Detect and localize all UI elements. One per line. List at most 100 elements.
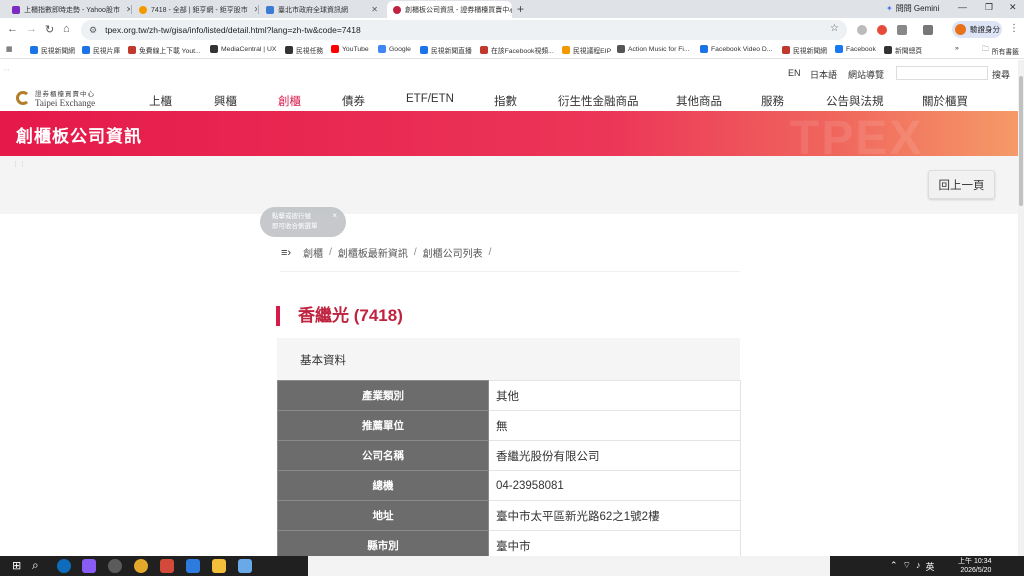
volume-icon[interactable]: ♪ (916, 560, 921, 573)
sidebar-tooltip: 點擊或按行號 即可收合側選單 × (260, 207, 346, 237)
close-tab-icon[interactable]: ✕ (120, 5, 130, 14)
side-panel-icon[interactable] (923, 25, 933, 35)
bookmark-item[interactable]: 民視任務 (285, 45, 323, 55)
back-arrow-icon[interactable]: ← (7, 23, 18, 35)
bookmark-favicon-icon (82, 46, 90, 54)
bookmark-item[interactable]: Action Music for Fi... (617, 45, 690, 53)
all-bookmarks-folder[interactable]: 🗀 所有書籤 (982, 45, 1019, 56)
tooltip-line: 即可收合側選單 (272, 223, 318, 230)
bookmark-favicon-icon (378, 45, 386, 53)
reload-icon[interactable]: ↻ (45, 23, 54, 36)
nav-about[interactable]: 關於櫃買 (922, 93, 968, 109)
banner-watermark: TPEX (790, 112, 924, 156)
bookmark-item[interactable]: Google (378, 45, 411, 53)
breadcrumb-item[interactable]: 創櫃板最新資訊 (338, 245, 408, 260)
extension-record-icon[interactable] (877, 25, 887, 35)
restore-icon[interactable]: ❐ (985, 2, 993, 13)
nav-other-products[interactable]: 其他商品 (676, 93, 722, 109)
app-icon[interactable] (108, 559, 122, 573)
breadcrumb-item[interactable]: 創櫃 (303, 245, 323, 260)
chevron-up-icon[interactable]: ⌃ (890, 560, 898, 573)
bookmarks-more-button[interactable]: » (955, 45, 959, 52)
section-title: 基本資料 (300, 355, 346, 367)
notepad-icon[interactable] (238, 559, 252, 573)
bookmark-item[interactable]: 免費線上下載 Yout... (128, 45, 201, 55)
extensions-puzzle-icon[interactable] (897, 25, 907, 35)
minimize-icon[interactable]: — (958, 2, 967, 12)
bookmark-item[interactable]: 新聞總頁 (884, 45, 922, 55)
menu-toggle-icon[interactable]: ≡› (281, 247, 291, 259)
bookmark-favicon-icon (30, 46, 38, 54)
nav-derivatives[interactable]: 衍生性金融商品 (558, 93, 639, 109)
bookmark-item[interactable]: 民視新聞網 (782, 45, 827, 55)
nav-etf-etn[interactable]: ETF/ETN (406, 93, 454, 105)
sidebar-handle-icon[interactable]: ⋮⋮ (12, 160, 26, 168)
nav-emerging[interactable]: 興櫃 (214, 93, 237, 109)
close-tab-icon[interactable]: ✕ (248, 5, 257, 14)
file-explorer-icon[interactable] (212, 559, 226, 573)
taskbar-clock[interactable]: 上午 10:34 2026/5/20 (958, 557, 991, 575)
home-icon[interactable]: ⌂ (63, 23, 70, 35)
profile-button[interactable]: 驗證身分 (952, 21, 1002, 38)
table-row: 推薦單位 無 (277, 410, 741, 441)
row-label: 地址 (277, 500, 489, 531)
bookmark-item[interactable]: Facebook (835, 45, 876, 53)
lang-jp-link[interactable]: 日本語 (810, 68, 837, 81)
site-search-input[interactable] (896, 66, 988, 80)
tooltip-close-icon[interactable]: × (332, 211, 337, 221)
nav-announcements[interactable]: 公告與法規 (826, 93, 884, 109)
start-windows-icon[interactable]: ⊞ (12, 559, 21, 572)
tab-taipei-gov[interactable]: 臺北市政府全球資訊網 ✕ (260, 1, 384, 18)
edge-icon[interactable] (57, 559, 71, 573)
media-app-icon[interactable] (160, 559, 174, 573)
network-icon[interactable]: ⌔ (903, 560, 911, 573)
bookmark-item[interactable]: YouTube (331, 45, 369, 53)
new-tab-button[interactable]: + (517, 2, 524, 16)
lang-en-link[interactable]: EN (788, 68, 801, 78)
nav-services[interactable]: 服務 (761, 93, 784, 109)
sitemap-link[interactable]: 網站導覽 (848, 68, 884, 81)
close-tab-icon[interactable]: ✕ (365, 5, 378, 14)
copilot-icon[interactable] (82, 559, 96, 573)
tpex-favicon-icon (393, 5, 401, 14)
bookmark-item[interactable]: Facebook Video D... (700, 45, 772, 53)
tab-tpex-active[interactable]: 創櫃板公司資訊 - 證券櫃檯買賣中心 ✕ (387, 1, 512, 18)
forward-arrow-icon[interactable]: → (26, 23, 37, 35)
extension-icon[interactable] (857, 25, 867, 35)
menu-kebab-icon[interactable]: ⋮ (1009, 23, 1019, 34)
bookmark-item[interactable]: 在該Facebook視頻... (480, 45, 554, 55)
bookmark-item[interactable]: 民視新聞直播 (420, 45, 472, 55)
site-info-icon[interactable]: ⚙ (89, 25, 97, 36)
search-icon[interactable]: ⌕ (32, 558, 39, 573)
ime-indicator[interactable]: 英 (926, 560, 935, 573)
tpex-page: ⋯ EN 日本語 網站導覽 搜尋 證券櫃檯買賣中心 Taipei Exchang… (0, 60, 1018, 556)
apps-grid-icon[interactable]: ▦ (6, 45, 12, 53)
breadcrumb-item[interactable]: 創櫃公司列表 (423, 245, 483, 260)
bookmark-favicon-icon (285, 46, 293, 54)
nav-otc[interactable]: 上櫃 (149, 93, 172, 109)
bookmark-item[interactable]: MediaCentral | UX (210, 45, 276, 53)
nav-gisa[interactable]: 創櫃 (278, 93, 301, 109)
store-icon[interactable] (186, 559, 200, 573)
gemini-button[interactable]: ✦ 問問 Gemini (886, 3, 939, 14)
bookmark-item[interactable]: 民視新聞網 (30, 45, 75, 55)
window-close-icon[interactable]: ✕ (1009, 2, 1017, 13)
bookmark-item[interactable]: 民視議程EIP (562, 45, 611, 55)
site-search-button[interactable]: 搜尋 (992, 68, 1010, 81)
page-title: 創櫃板公司資訊 (16, 127, 142, 146)
nav-index[interactable]: 指數 (494, 93, 517, 109)
gemini-icon: ✦ (886, 4, 893, 13)
nav-bonds[interactable]: 債券 (342, 93, 365, 109)
tab-yahoo[interactable]: 上櫃指數即時走勢 - Yahoo股市 ✕ (6, 1, 130, 18)
bookmark-star-icon[interactable]: ☆ (830, 23, 839, 34)
scrollbar-thumb[interactable] (1019, 76, 1023, 206)
bookmark-label: 民視任務 (296, 48, 324, 55)
address-bar[interactable]: ⚙ tpex.org.tw/zh-tw/gisa/info/listed/det… (81, 20, 847, 40)
back-button[interactable]: 回上一頁 (928, 170, 995, 199)
bookmark-label: Google (389, 45, 411, 53)
tpex-logo[interactable]: 證券櫃檯買賣中心 Taipei Exchange (16, 88, 95, 108)
bookmark-item[interactable]: 民視片庫 (82, 45, 120, 55)
profile-label: 驗證身分 (970, 25, 1000, 34)
tab-cnyes[interactable]: 7418 - 全部 | 鉅亨網 - 鉅亨股市 ✕ (133, 1, 257, 18)
chrome-icon[interactable] (134, 559, 148, 573)
